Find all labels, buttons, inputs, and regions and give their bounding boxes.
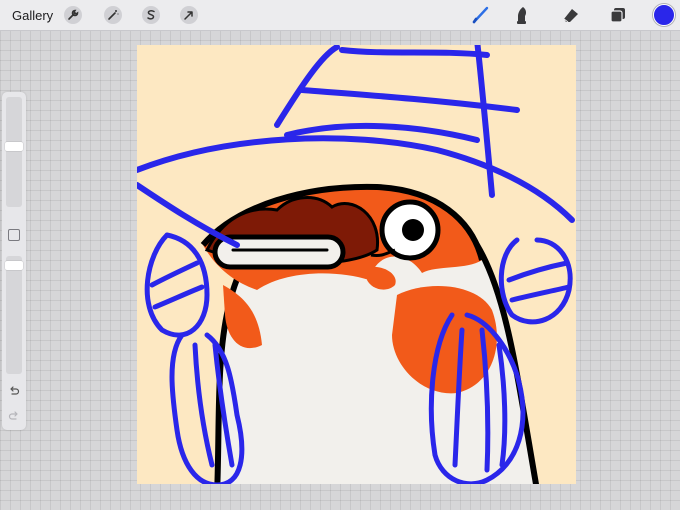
eye-pupil [402,219,424,241]
top-toolbar: Gallery [0,0,680,31]
smudge-icon[interactable] [512,5,532,25]
transform-arrow-icon[interactable] [180,6,198,24]
layers-icon[interactable] [608,5,628,25]
drawing-canvas[interactable] [137,45,576,484]
brush-size-thumb[interactable] [5,142,23,151]
redo-icon[interactable] [8,410,20,422]
selection-icon[interactable] [142,6,160,24]
artwork [137,45,575,484]
modify-button[interactable] [8,229,20,241]
wrench-icon[interactable] [64,6,82,24]
gallery-button[interactable]: Gallery [12,8,53,23]
brush-opacity-slider[interactable] [5,256,23,374]
eraser-icon[interactable] [561,5,581,25]
undo-icon[interactable] [8,385,20,397]
brush-opacity-thumb[interactable] [5,261,23,270]
sidebar [2,92,26,430]
color-picker-button[interactable] [653,4,675,26]
brush-icon[interactable] [471,5,491,25]
brush-size-slider[interactable] [5,97,23,207]
magic-wand-icon[interactable] [104,6,122,24]
